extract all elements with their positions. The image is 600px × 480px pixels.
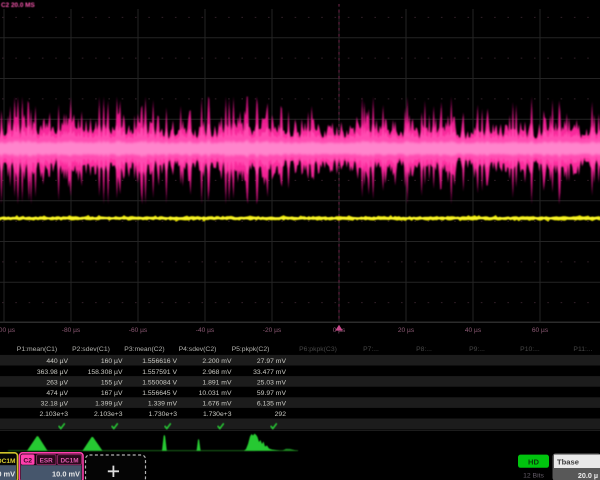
svg-text:440 µV: 440 µV bbox=[46, 358, 68, 365]
svg-text:P11:...: P11:... bbox=[573, 346, 592, 353]
svg-text:160 µV: 160 µV bbox=[101, 358, 123, 365]
svg-text:C2 20.0 MS: C2 20.0 MS bbox=[1, 2, 35, 9]
svg-text:1.339 mV: 1.339 mV bbox=[148, 401, 178, 408]
svg-text:20.0 µ: 20.0 µ bbox=[578, 471, 598, 480]
svg-text:ESR: ESR bbox=[40, 457, 54, 464]
svg-text:10.0 mV: 10.0 mV bbox=[52, 469, 80, 478]
svg-text:59.97 mV: 59.97 mV bbox=[257, 390, 287, 397]
svg-text:1.557591 V: 1.557591 V bbox=[142, 369, 177, 376]
svg-text:2.200 mV: 2.200 mV bbox=[202, 358, 232, 365]
svg-text:25.03 mV: 25.03 mV bbox=[257, 379, 287, 386]
svg-text:474 µV: 474 µV bbox=[46, 390, 68, 397]
svg-text:363.98 µV: 363.98 µV bbox=[37, 369, 69, 376]
svg-text:P1:mean(C1): P1:mean(C1) bbox=[17, 346, 57, 353]
svg-text:P10:...: P10:... bbox=[520, 346, 540, 353]
svg-text:C2: C2 bbox=[23, 457, 32, 464]
svg-text:-40 µs: -40 µs bbox=[196, 327, 215, 334]
svg-text:32.18 µV: 32.18 µV bbox=[41, 401, 69, 408]
svg-text:33.477 mV: 33.477 mV bbox=[253, 369, 286, 376]
svg-text:-100 µs: -100 µs bbox=[0, 327, 16, 334]
svg-text:0 mV: 0 mV bbox=[0, 469, 15, 478]
svg-text:P8:...: P8:... bbox=[416, 346, 432, 353]
svg-text:2.103e+3: 2.103e+3 bbox=[39, 411, 68, 418]
svg-text:27.97 mV: 27.97 mV bbox=[257, 358, 287, 365]
svg-text:10.031 mV: 10.031 mV bbox=[199, 390, 232, 397]
svg-text:40 µs: 40 µs bbox=[465, 327, 482, 334]
svg-text:1.891 mV: 1.891 mV bbox=[202, 379, 232, 386]
svg-text:2.103e+3: 2.103e+3 bbox=[94, 411, 123, 418]
svg-text:P2:sdev(C1): P2:sdev(C1) bbox=[72, 346, 110, 353]
svg-text:DC1M: DC1M bbox=[0, 458, 16, 465]
svg-text:6.135 mV: 6.135 mV bbox=[257, 401, 287, 408]
svg-text:-60 µs: -60 µs bbox=[129, 327, 148, 334]
svg-text:167 µV: 167 µV bbox=[101, 390, 123, 397]
svg-text:20 µs: 20 µs bbox=[398, 327, 415, 334]
svg-text:60 µs: 60 µs bbox=[532, 327, 549, 334]
svg-text:1.556616 V: 1.556616 V bbox=[142, 358, 177, 365]
svg-text:292: 292 bbox=[275, 411, 287, 418]
svg-text:Tbase: Tbase bbox=[557, 458, 579, 467]
svg-text:2.968 mV: 2.968 mV bbox=[202, 369, 232, 376]
svg-text:1.730e+3: 1.730e+3 bbox=[148, 411, 177, 418]
svg-text:-20 µs: -20 µs bbox=[263, 327, 282, 334]
svg-text:1.556645 V: 1.556645 V bbox=[142, 390, 177, 397]
svg-text:P6:pkpk(C3): P6:pkpk(C3) bbox=[299, 346, 337, 353]
svg-text:DC1M: DC1M bbox=[60, 457, 78, 464]
svg-text:HD: HD bbox=[528, 458, 539, 467]
svg-text:P4:sdev(C2): P4:sdev(C2) bbox=[179, 346, 217, 353]
svg-text:P5:pkpk(C2): P5:pkpk(C2) bbox=[232, 346, 270, 353]
svg-text:P3:mean(C2): P3:mean(C2) bbox=[124, 346, 164, 353]
svg-text:P9:...: P9:... bbox=[469, 346, 485, 353]
svg-text:1.676 mV: 1.676 mV bbox=[202, 401, 232, 408]
svg-text:263 µV: 263 µV bbox=[46, 379, 68, 386]
svg-text:158.308 µV: 158.308 µV bbox=[88, 369, 123, 376]
svg-text:1.550084 V: 1.550084 V bbox=[142, 379, 177, 386]
svg-text:155 µV: 155 µV bbox=[101, 379, 123, 386]
svg-text:P7:...: P7:... bbox=[363, 346, 379, 353]
svg-text:12 Bits: 12 Bits bbox=[523, 473, 544, 480]
svg-text:-80 µs: -80 µs bbox=[62, 327, 81, 334]
svg-text:1.730e+3: 1.730e+3 bbox=[203, 411, 232, 418]
svg-text:1.399 µV: 1.399 µV bbox=[95, 401, 123, 408]
